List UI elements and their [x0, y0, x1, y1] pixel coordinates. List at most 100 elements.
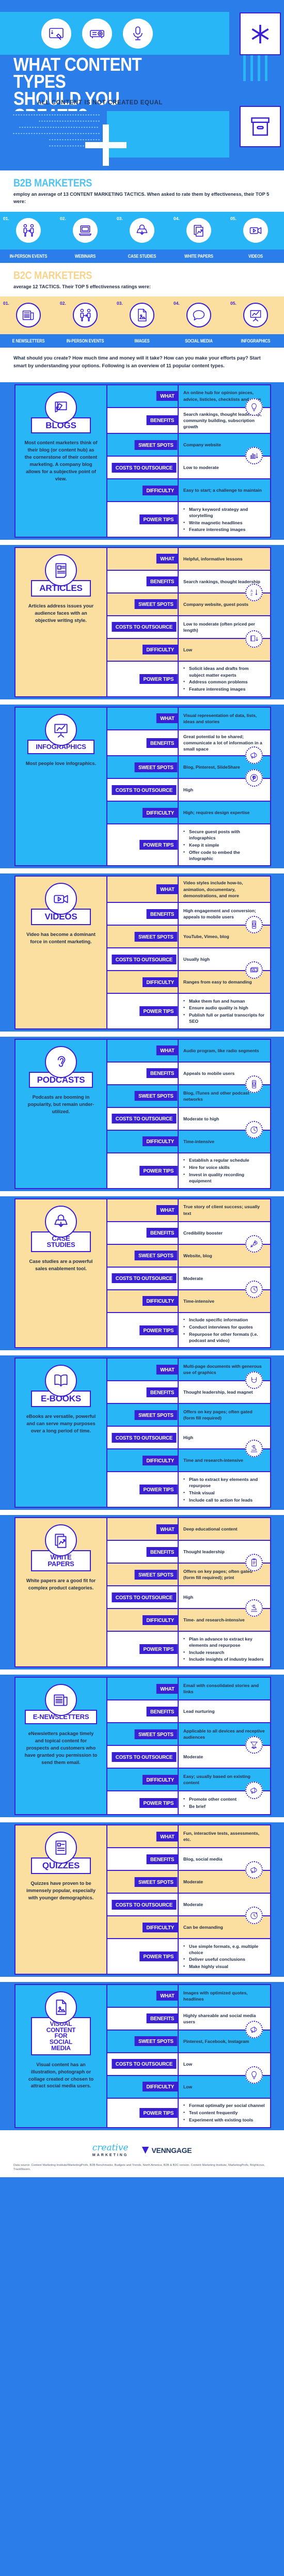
- row-key: COSTS TO OUTSOURCE: [107, 2053, 179, 2075]
- power-tip-item: Marry keyword strategy and storytelling: [183, 506, 265, 519]
- b2c-icon-strip: 01. 02. 03. 04. 05.: [0, 296, 284, 335]
- hero-lower: [0, 106, 284, 170]
- row-value: High; requires design expertise: [179, 802, 270, 823]
- row-label-benefits: BENEFITS: [146, 2013, 178, 2024]
- megaphone-icon: [245, 1782, 263, 1800]
- row-key: DIFFICULTY: [107, 802, 179, 824]
- costs-value: Moderate to high: [183, 1116, 219, 1121]
- card-outer-8: E-NEWSLETTERS eNewsletters package timely…: [0, 1675, 284, 1818]
- venngage-logo: VENNGAGE: [141, 2146, 192, 2155]
- power-tip-item: Write magnetic headlines: [183, 519, 265, 526]
- power-tip-item: Think visual: [183, 1489, 265, 1496]
- row-label-costs: COSTS TO OUTSOURCE: [112, 1592, 177, 1602]
- card-gap: [0, 1669, 284, 1675]
- megaphone-icon: [245, 1861, 263, 1879]
- card-row-sweet-spots: SWEET SPOTS Company website: [107, 434, 270, 465]
- card-row-power-tips: POWER TIPSFormat optimally per social ch…: [107, 2098, 270, 2127]
- row-value: Plan to extract key elements and repurpo…: [179, 1472, 270, 1507]
- row-key: POWER TIPS: [107, 1791, 179, 1815]
- row-key: WHAT: [107, 1039, 179, 1061]
- row-key: POWER TIPS: [107, 2098, 179, 2127]
- card-row-sweet-spots: SWEET SPOTS Blog, iTunes and other podcas…: [107, 1085, 270, 1108]
- rocket-icon: [245, 1235, 263, 1253]
- power-tip-item: Secure guest posts with infographics: [183, 828, 265, 841]
- card-gap: [0, 539, 284, 545]
- card-row-what: WHAT Video styles include how-to, animati…: [107, 877, 270, 903]
- row-key: WHAT: [107, 548, 179, 570]
- difficulty-value: Time-intensive: [183, 1298, 215, 1304]
- card-row-benefits: BENEFITS Great potential to be shared; co…: [107, 730, 270, 764]
- row-label-sweet-spots: SWEET SPOTS: [134, 599, 178, 610]
- what-value: Audio program, like radio segments: [183, 1048, 259, 1053]
- row-value: Plan in advance to extract key elements …: [179, 1632, 270, 1666]
- benefits-value: Lead nurturing: [183, 1708, 215, 1714]
- row-label-difficulty: DIFFICULTY: [142, 1615, 178, 1625]
- row-value: Audio program, like radio segments: [179, 1040, 270, 1061]
- b2c-intro: B2C MARKETERS average 12 TACTICS. Their …: [0, 262, 284, 297]
- what-value: Email with consolidated stories and link…: [183, 1682, 259, 1695]
- b2b-item-label-5: VIDEOS: [248, 253, 263, 259]
- row-label-what: WHAT: [156, 554, 179, 564]
- row-label-power-tips: POWER TIPS: [139, 1006, 178, 1016]
- row-label-benefits: BENEFITS: [146, 1547, 178, 1557]
- row-key: DIFFICULTY: [107, 1449, 179, 1472]
- power-tip-item: Repurpose for other formats (i.e. podcas…: [183, 1331, 265, 1344]
- row-value: Video styles include how-to, animation, …: [179, 877, 270, 902]
- row-label-difficulty: DIFFICULTY: [142, 2082, 178, 2092]
- row-label-difficulty: DIFFICULTY: [142, 977, 178, 987]
- card-row-costs: COSTS TO OUTSOURCE High: [107, 1586, 270, 1617]
- card-row-benefits: BENEFITS Appeals to mobile users: [107, 1062, 270, 1093]
- row-key: DIFFICULTY: [107, 1609, 179, 1631]
- card-description: Articles address issues your audience fa…: [28, 603, 94, 623]
- row-label-power-tips: POWER TIPS: [139, 1644, 178, 1654]
- card-row-benefits: BENEFITS Lead nurturing: [107, 1700, 270, 1724]
- card-description: Visual content has an illustration, phot…: [28, 2062, 94, 2089]
- b2c-item-label-5: INFOGRAPHICS: [241, 338, 271, 344]
- row-key: BENEFITS: [107, 570, 179, 592]
- difficulty-value: Easy to start; a challenge to maintain: [183, 488, 262, 493]
- row-key: BENEFITS: [107, 1062, 179, 1084]
- card-row-what: WHAT Audio program, like radio segments: [107, 1039, 270, 1063]
- content-card-visual-content-for-social-media: VISUAL CONTENT FOR SOCIAL MEDIA Visual conten…: [14, 1984, 271, 2128]
- card-row-difficulty: DIFFICULTY Time-intensive: [107, 1130, 270, 1153]
- row-key: SWEET SPOTS: [107, 1723, 179, 1745]
- row-key: SWEET SPOTS: [107, 2030, 179, 2052]
- card-description: eNewsletters package timely and topical …: [24, 1730, 98, 1765]
- row-key: COSTS TO OUTSOURCE: [107, 1267, 179, 1289]
- presentation-chart-icon: [45, 713, 77, 746]
- card-gap: [0, 1510, 284, 1516]
- card-row-sweet-spots: SWEET SPOTS Pinterest, Facebook, Instagra…: [107, 2030, 270, 2053]
- costs-value: Low: [183, 2061, 193, 2067]
- card-gap: [0, 2130, 284, 2135]
- card-row-what: WHAT Deep educational content: [107, 1518, 270, 1541]
- sweet_spots-value: Blog, Pinterest, SlideShare: [183, 764, 240, 770]
- row-key: WHAT: [107, 1985, 179, 2007]
- row-key: DIFFICULTY: [107, 1130, 179, 1152]
- card-gap: [0, 1191, 284, 1196]
- row-key: POWER TIPS: [107, 502, 179, 537]
- venngage-mark-icon: [141, 2146, 149, 2154]
- brand-row: creative MARKETING VENNGAGE: [13, 2143, 271, 2157]
- power-tip-item: Include specific information: [183, 1316, 265, 1323]
- row-value: True story of client success; usually te…: [179, 1199, 270, 1221]
- card-row-power-tips: POWER TIPS Plan to extract key elements a…: [107, 1472, 270, 1507]
- power-tip-item: Invest in quality recording equipment: [183, 1171, 265, 1184]
- footer: creative MARKETING VENNGAGE Data source:…: [0, 2135, 284, 2178]
- clock-icon: [245, 1120, 263, 1138]
- power-tip-item: Feature interesting images: [183, 526, 265, 533]
- b2b-item-label-3: CASE STUDIES: [128, 253, 156, 259]
- row-label-benefits: BENEFITS: [146, 1706, 178, 1716]
- content-card-quizzes: QUIZZES Quizzes have proven to be immense…: [14, 1824, 271, 1975]
- card-left: CASE STUDIES Case studies are a powerful s…: [15, 1199, 107, 1348]
- power-tip-item: Include research: [183, 1649, 265, 1656]
- power-tip-item: Experiment with existing tools: [183, 2116, 265, 2123]
- image-document-icon: [130, 303, 154, 328]
- row-label-what: WHAT: [156, 1524, 179, 1534]
- card-row-what: WHAT Images with optimized quotes, headli…: [107, 1985, 270, 2008]
- b2b-item-1: 01.: [0, 212, 57, 249]
- card-outer-3: VIDEOS Video has become a dominant force …: [0, 873, 284, 1032]
- card-row-power-tips: POWER TIPSMake them fun and humanEnsure …: [107, 994, 270, 1028]
- benefits-value: Appeals to mobile users: [183, 1070, 235, 1076]
- benefits-value: Thought leadership, lead magnet: [183, 1390, 253, 1395]
- card-description: Podcasts are booming in popularity, but …: [27, 1095, 94, 1115]
